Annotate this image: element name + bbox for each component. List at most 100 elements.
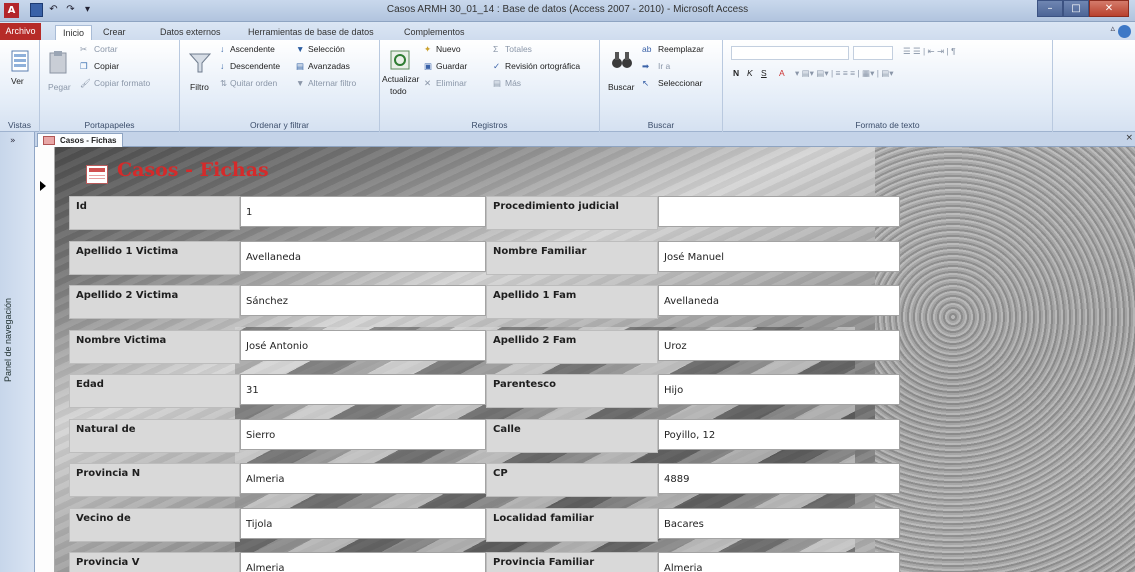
tab-inicio[interactable]: Inicio (55, 25, 93, 40)
group-buscar: Buscar ab Reemplazar ➡ Ir a ↖ Selecciona… (600, 40, 723, 132)
right-field-label: Apellido 2 Fam (486, 330, 658, 364)
navigation-pane[interactable]: » Panel de navegación (0, 132, 35, 572)
minimize-button[interactable]: – (1037, 0, 1063, 17)
left-field-input[interactable]: Almeria (240, 463, 486, 494)
nav-pane-toggle[interactable]: » (10, 136, 16, 146)
alternar-filtro-button[interactable]: Alternar filtro (308, 78, 356, 88)
replace-icon[interactable]: ab (642, 44, 651, 54)
tab-herramientas[interactable]: Herramientas de base de datos (248, 25, 374, 40)
advanced-filter-icon[interactable]: ▤ (296, 61, 304, 72)
new-record-icon[interactable]: ✦ (424, 44, 431, 55)
tab-casos-fichas[interactable]: Casos - Fichas (37, 133, 124, 147)
right-field-input[interactable] (658, 196, 900, 227)
close-document-icon[interactable]: × (1125, 133, 1133, 143)
binoculars-icon[interactable] (611, 50, 633, 70)
guardar-button[interactable]: Guardar (436, 61, 467, 71)
right-field-label: Calle (486, 419, 658, 453)
filter-icon[interactable] (189, 52, 211, 74)
filtro-button[interactable]: Filtro (190, 82, 209, 92)
left-field-input[interactable]: Avellaneda (240, 241, 486, 272)
background-image (875, 147, 1135, 572)
actualizar-button[interactable]: Actualizar (382, 74, 419, 84)
left-field-input[interactable]: Sánchez (240, 285, 486, 316)
buscar-button[interactable]: Buscar (608, 82, 634, 92)
bold-button[interactable]: N (733, 68, 739, 78)
window-title: Casos ARMH 30_01_14 : Base de datos (Acc… (386, 4, 749, 15)
left-field-input[interactable]: Almeria (240, 552, 486, 572)
ir-a-button[interactable]: Ir a (658, 61, 670, 71)
avanzadas-button[interactable]: Avanzadas (308, 61, 350, 71)
mas-button[interactable]: Más (505, 78, 521, 88)
minimize-ribbon-icon[interactable]: ▵ (1110, 24, 1115, 34)
seleccionar-button[interactable]: Seleccionar (658, 78, 702, 88)
refresh-icon[interactable] (390, 50, 410, 70)
totales-button[interactable]: Totales (505, 44, 532, 54)
revision-ortografica-button[interactable]: Revisión ortográfica (505, 61, 580, 71)
group-label-registros: Registros (471, 120, 508, 130)
left-field-label: Apellido 1 Victima (69, 241, 240, 275)
tab-crear[interactable]: Crear (103, 25, 126, 40)
nuevo-button[interactable]: Nuevo (436, 44, 461, 54)
eliminar-button[interactable]: Eliminar (436, 78, 467, 88)
paste-icon[interactable] (48, 50, 70, 76)
right-field-label: Procedimiento judicial (486, 196, 658, 230)
left-field-label: Nombre Victima (69, 330, 240, 364)
more-icon[interactable]: ▤ (493, 78, 501, 89)
right-field-input[interactable]: Bacares (658, 508, 900, 539)
left-field-input[interactable]: 31 (240, 374, 486, 405)
right-field-input[interactable]: Avellaneda (658, 285, 900, 316)
ascendente-button[interactable]: Ascendente (230, 44, 275, 54)
spelling-icon[interactable]: ✓ (493, 61, 500, 72)
right-field-input[interactable]: Almeria (658, 552, 900, 572)
right-field-label: Nombre Familiar (486, 241, 658, 275)
font-color-button[interactable]: A (779, 68, 785, 78)
select-icon[interactable]: ↖ (642, 78, 649, 89)
underline-button[interactable]: S (761, 68, 767, 78)
format-painter-icon[interactable]: 🖌 (80, 78, 91, 89)
left-field-input[interactable]: Sierro (240, 419, 486, 450)
right-field-input[interactable]: José Manuel (658, 241, 900, 272)
record-selector[interactable] (35, 147, 55, 572)
left-field-input[interactable]: 1 (240, 196, 486, 227)
align-icons[interactable]: ▾ ▤▾ ▤▾ | ≡ ≡ ≡ | ▦▾ | ▤▾ (795, 68, 894, 79)
copiar-button[interactable]: Copiar (94, 61, 119, 71)
delete-icon[interactable]: ✕ (424, 78, 431, 89)
scissors-icon[interactable]: ✂ (80, 44, 87, 55)
ribbon-tabs: Archivo Inicio Crear Datos externos Herr… (0, 22, 1135, 40)
tab-complementos[interactable]: Complementos (404, 25, 465, 40)
reemplazar-button[interactable]: Reemplazar (658, 44, 704, 54)
descendente-button[interactable]: Descendente (230, 61, 280, 71)
right-field-input[interactable]: Hijo (658, 374, 900, 405)
save-record-icon[interactable]: ▣ (424, 61, 432, 72)
right-field-input[interactable]: 4889 (658, 463, 900, 494)
tab-datos-externos[interactable]: Datos externos (160, 25, 221, 40)
sort-descending-icon[interactable]: ↓ (220, 61, 224, 71)
close-button[interactable]: ✕ (1089, 0, 1129, 17)
clear-sort-icon[interactable]: ⇅ (220, 78, 227, 89)
font-name-select[interactable] (731, 46, 849, 60)
toggle-filter-icon[interactable]: ▼ (296, 78, 304, 88)
seleccion-button[interactable]: Selección (308, 44, 345, 54)
tab-archivo[interactable]: Archivo (0, 23, 41, 40)
cortar-button[interactable]: Cortar (94, 44, 118, 54)
quitar-orden-button[interactable]: Quitar orden (230, 78, 277, 88)
italic-button[interactable]: K (747, 68, 753, 78)
view-icon[interactable] (11, 50, 29, 72)
totals-icon[interactable]: Σ (493, 44, 498, 54)
form-icon (43, 136, 55, 145)
copy-icon[interactable]: ❐ (80, 61, 88, 72)
maximize-button[interactable]: □ (1063, 0, 1089, 17)
right-field-input[interactable]: Poyillo, 12 (658, 419, 900, 450)
goto-icon[interactable]: ➡ (642, 61, 649, 72)
ver-button[interactable]: Ver (11, 76, 24, 86)
list-icons[interactable]: ☰ ☰ | ⇤ ⇥ | ¶ (903, 46, 956, 57)
sort-ascending-icon[interactable]: ↓ (220, 44, 224, 54)
help-icon[interactable] (1118, 25, 1131, 38)
selection-icon[interactable]: ▼ (296, 44, 304, 54)
copiar-formato-button[interactable]: Copiar formato (94, 78, 150, 88)
pegar-button[interactable]: Pegar (48, 82, 71, 92)
font-size-select[interactable] (853, 46, 893, 60)
left-field-input[interactable]: Tijola (240, 508, 486, 539)
left-field-input[interactable]: José Antonio (240, 330, 486, 361)
right-field-input[interactable]: Uroz (658, 330, 900, 361)
